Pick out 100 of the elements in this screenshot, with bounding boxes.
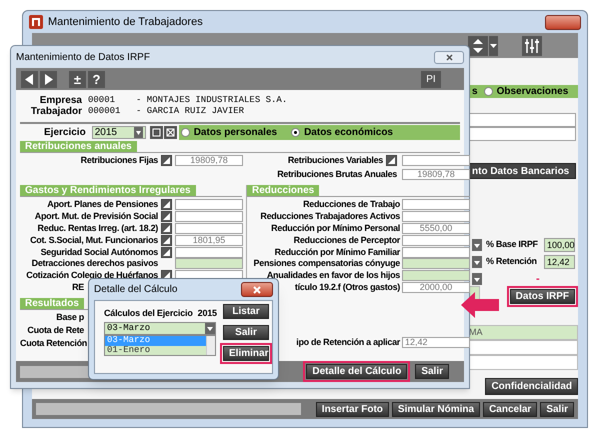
field-label: Retribuciones Brutas Anuales bbox=[277, 169, 397, 180]
toolbar-button[interactable]: ± bbox=[69, 70, 86, 88]
section-title: Retribuciones anuales bbox=[20, 141, 137, 152]
close-button[interactable] bbox=[545, 14, 581, 30]
readonly-field[interactable] bbox=[402, 258, 470, 270]
window-title: Mantenimiento de Datos IRPF bbox=[16, 50, 151, 64]
readonly-field[interactable] bbox=[175, 258, 243, 270]
field-label: Trabajador bbox=[30, 106, 82, 117]
radio-button[interactable] bbox=[180, 128, 190, 137]
input-field[interactable] bbox=[175, 199, 243, 210]
delete-icon[interactable] bbox=[164, 126, 177, 139]
window-title: Mantenimiento de Trabajadores bbox=[48, 14, 204, 30]
radio-label: Datos personales bbox=[194, 126, 278, 140]
input-field[interactable] bbox=[468, 355, 578, 370]
field-label: tículo 19.2.f (Otros gastos) bbox=[294, 282, 400, 293]
expand-button[interactable] bbox=[386, 155, 397, 166]
input-field[interactable] bbox=[402, 199, 470, 210]
input-field[interactable] bbox=[402, 246, 470, 258]
rate-field[interactable]: 100,00 bbox=[544, 238, 575, 252]
field-label: Retribuciones Fijas bbox=[80, 155, 158, 166]
button[interactable]: Salir bbox=[223, 325, 269, 340]
new-icon[interactable] bbox=[150, 126, 163, 139]
field-label: Cotización Colegio de Huérfanos bbox=[25, 270, 158, 282]
readonly-field[interactable] bbox=[402, 270, 470, 282]
expand-button[interactable] bbox=[161, 155, 172, 166]
sort-icon[interactable] bbox=[468, 36, 498, 56]
input-field[interactable] bbox=[402, 155, 470, 166]
field-label: RE bbox=[71, 282, 84, 293]
field-label: Cálculos del Ejercicio bbox=[104, 307, 193, 319]
month-select[interactable]: 03-Marzo bbox=[104, 322, 216, 335]
input-field[interactable] bbox=[402, 234, 470, 246]
dropdown-icon[interactable] bbox=[472, 239, 482, 251]
input-field[interactable] bbox=[468, 340, 578, 355]
list-item[interactable]: 01-Enero bbox=[105, 346, 206, 355]
input-field[interactable]: 19809,78 bbox=[175, 155, 243, 166]
rate-label: % Retención bbox=[486, 255, 538, 268]
field-label: Detracciones derechos pasivos bbox=[30, 258, 158, 270]
year-text: 2015 bbox=[198, 307, 217, 319]
input-field[interactable]: 2000,00 bbox=[402, 282, 470, 293]
button[interactable]: Listar bbox=[223, 304, 269, 319]
dropdown-icon[interactable] bbox=[472, 256, 482, 268]
button[interactable]: Salir bbox=[540, 402, 574, 416]
previous-icon[interactable] bbox=[21, 70, 38, 88]
button[interactable]: Cancelar bbox=[483, 402, 538, 416]
dialog-title: Detalle del Cálculo bbox=[94, 283, 178, 297]
bank-data-button[interactable]: nto Datos Bancarios bbox=[468, 163, 576, 179]
radio-button[interactable] bbox=[291, 128, 300, 137]
input-field[interactable] bbox=[175, 211, 243, 222]
field-label: ipo de Retención a aplicar bbox=[296, 337, 400, 348]
close-icon bbox=[253, 286, 261, 294]
section-title: Gastos y Rendimientos Irregulares bbox=[20, 185, 196, 196]
field-label: Reducciones de Trabajo bbox=[303, 199, 400, 210]
next-icon[interactable] bbox=[40, 70, 57, 88]
dash-mark: - bbox=[536, 272, 540, 286]
close-icon bbox=[446, 54, 452, 60]
input-field[interactable]: 12,42 bbox=[402, 337, 470, 348]
expand-button[interactable] bbox=[161, 211, 172, 222]
field-label: Reduc. Rentas Irreg. (art. 18.2) bbox=[36, 222, 158, 234]
field-label: Retribuciones Variables bbox=[288, 155, 383, 166]
input-field[interactable]: 5550,00 bbox=[402, 222, 470, 234]
button[interactable]: Simular Nómina bbox=[392, 402, 480, 416]
dropdown-icon bbox=[205, 323, 215, 334]
expand-button[interactable] bbox=[161, 246, 172, 258]
input-field[interactable] bbox=[175, 246, 243, 258]
button[interactable]: Eliminar bbox=[223, 346, 269, 361]
expand-button[interactable] bbox=[161, 199, 172, 210]
radio-label: Datos económicos bbox=[304, 126, 393, 140]
sliders-icon[interactable] bbox=[522, 36, 542, 56]
button[interactable]: Insertar Foto bbox=[316, 402, 389, 416]
button[interactable]: Detalle del Cálculo bbox=[306, 364, 408, 379]
name-text: - MONTAJES INDUSTRIALES S.A. bbox=[136, 95, 288, 106]
field-label: Pensiones compensatorias cónyuge bbox=[254, 258, 400, 270]
year-select[interactable]: 2015 bbox=[92, 126, 146, 139]
dropdown-icon bbox=[134, 127, 143, 138]
field-label: Aport. Mut. de Previsión Social bbox=[34, 211, 158, 222]
button[interactable]: Datos IRPF bbox=[510, 289, 575, 304]
button[interactable]: Confidencialidad bbox=[485, 378, 578, 395]
expand-button[interactable] bbox=[161, 234, 172, 246]
toolbar-button[interactable]: ? bbox=[88, 70, 105, 88]
radio-button[interactable] bbox=[484, 87, 493, 96]
expand-button[interactable] bbox=[161, 222, 172, 234]
dropdown-icon[interactable] bbox=[472, 273, 482, 285]
input-field[interactable] bbox=[402, 211, 470, 222]
input-field[interactable]: 19809,78 bbox=[402, 169, 470, 180]
toolbar-button[interactable]: PI bbox=[421, 70, 441, 88]
pointer-arrow bbox=[461, 292, 499, 318]
scrollbar[interactable] bbox=[206, 336, 215, 355]
field-label: Reducciones de Perceptor bbox=[294, 234, 400, 246]
field-label: Reducciones Trabajadores Activos bbox=[260, 211, 400, 222]
close-button[interactable] bbox=[434, 50, 464, 64]
input-field[interactable] bbox=[468, 127, 576, 141]
input-field[interactable]: 1801,95 bbox=[175, 234, 243, 246]
button[interactable]: Salir bbox=[415, 364, 449, 379]
section-title: Reducciones bbox=[247, 185, 320, 196]
close-button[interactable] bbox=[241, 282, 273, 297]
input-field[interactable] bbox=[468, 113, 576, 127]
rate-label: % Base IRPF bbox=[486, 238, 539, 252]
input-field[interactable] bbox=[175, 222, 243, 234]
radio-label: Observaciones bbox=[496, 85, 568, 99]
rate-field[interactable]: 12,42 bbox=[544, 255, 575, 269]
